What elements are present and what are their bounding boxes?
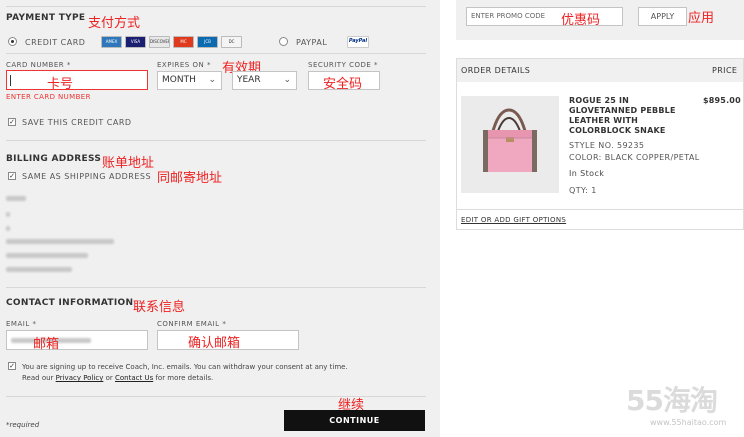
paypal-label: PAYPAL [296,38,328,47]
divider [6,53,426,54]
continue-button[interactable]: CONTINUE [284,410,425,431]
consent-line-2: Read our Privacy Policy or Contact Us fo… [22,374,214,382]
year-value: YEAR [237,75,261,85]
redacted-address [6,226,10,231]
month-value: MONTH [162,75,196,85]
redacted-address [6,196,26,201]
redacted-address [6,239,114,244]
paypal-logo-icon: PayPal [347,36,369,48]
card-number-input[interactable]: 卡号 [6,70,148,92]
security-code-annotation: 安全码 [323,77,363,92]
promo-annotation: 优惠码 [561,13,601,28]
quantity: QTY: 1 [569,186,597,195]
product-name[interactable]: ROGUE 25 IN GLOVETANNED PEBBLE LEATHER W… [569,96,676,136]
handbag-image [483,108,537,172]
billing-address-annotation: 账单地址 [102,156,155,171]
divider [6,140,426,141]
promo-code-input[interactable]: ENTER PROMO CODE 优惠码 [466,7,623,28]
security-code-label: SECURITY CODE * [308,61,379,69]
credit-card-label: CREDIT CARD [25,38,86,47]
divider [6,287,426,288]
confirm-email-input[interactable]: 确认邮箱 [157,330,299,351]
consent-line: You are signing up to receive Coach, Inc… [22,363,348,371]
watermark-logo: 55海淘 [626,384,718,417]
discover-card-icon: DISCOVER [149,36,170,48]
card-number-annotation: 卡号 [47,77,74,92]
visa-card-icon: VISA [125,36,146,48]
contact-us-link[interactable]: Contact Us [115,374,153,382]
redacted-address [6,253,88,258]
security-code-input[interactable]: 安全码 [308,71,380,92]
paypal-radio[interactable] [279,37,288,46]
chevron-down-icon: ⌄ [283,75,291,85]
chevron-down-icon: ⌄ [208,75,216,85]
year-select[interactable]: YEAR ⌄ [232,71,297,90]
watermark-url: www.55haitao.com [650,418,727,427]
promo-placeholder: ENTER PROMO CODE [471,12,546,20]
same-as-shipping-checkbox[interactable]: ✓ [8,172,16,180]
save-card-label: SAVE THIS CREDIT CARD [22,118,132,127]
jcb-card-icon: JCB [197,36,218,48]
redacted-address [6,267,72,272]
expires-label: EXPIRES ON * [157,61,211,69]
privacy-policy-link[interactable]: Privacy Policy [56,374,104,382]
apply-button[interactable]: APPLY [638,7,687,26]
same-as-shipping-label: SAME AS SHIPPING ADDRESS [22,172,152,181]
redacted-address [6,212,10,217]
confirm-email-annotation: 确认邮箱 [188,336,241,351]
product-color: COLOR: BLACK COPPER/PETAL [569,153,700,162]
billing-address-title: BILLING ADDRESS [6,154,102,164]
same-as-shipping-annotation: 同邮寄地址 [157,171,223,186]
card-number-label: CARD NUMBER * [6,61,71,69]
email-input[interactable]: 邮箱 [6,330,148,352]
price-header: PRICE [712,66,738,75]
divider [457,209,743,210]
email-label: EMAIL * [6,320,37,328]
email-annotation: 邮箱 [33,337,60,352]
payment-type-title: PAYMENT TYPE [6,13,86,23]
month-select[interactable]: MONTH ⌄ [157,71,222,90]
contact-info-annotation: 联系信息 [133,300,186,315]
consent-checkbox[interactable]: ✓ [8,362,16,370]
payment-type-annotation: 支付方式 [88,16,141,31]
confirm-email-label: CONFIRM EMAIL * [157,320,227,328]
text-cursor [10,75,11,86]
style-number: STYLE NO. 59235 [569,141,645,150]
apply-annotation: 应用 [688,11,715,26]
diners-card-icon: DC [221,36,242,48]
amex-card-icon: AMEX [101,36,122,48]
mastercard-card-icon: MC [173,36,194,48]
product-price: $895.00 [703,96,741,105]
product-image[interactable] [461,96,559,193]
checkout-form: PAYMENT TYPE 支付方式 CREDIT CARD AMEX VISA DI… [0,0,440,437]
gift-options-link[interactable]: EDIT OR ADD GIFT OPTIONS [461,216,566,224]
order-details-panel: ORDER DETAILS PRICE ROGUE 25 IN GLOVETAN… [456,58,744,230]
order-details-title: ORDER DETAILS [461,66,531,75]
divider [6,6,426,7]
promo-section: ENTER PROMO CODE 优惠码 APPLY 应用 [456,0,744,40]
save-card-checkbox[interactable]: ✓ [8,118,16,126]
stock-status: In Stock [569,169,605,178]
required-note: *required [6,421,40,429]
contact-info-title: CONTACT INFORMATION [6,298,134,308]
consent-text: You are signing up to receive Coach, Inc… [22,362,422,384]
card-number-error: ENTER CARD NUMBER [6,93,91,101]
credit-card-radio[interactable] [8,37,17,46]
